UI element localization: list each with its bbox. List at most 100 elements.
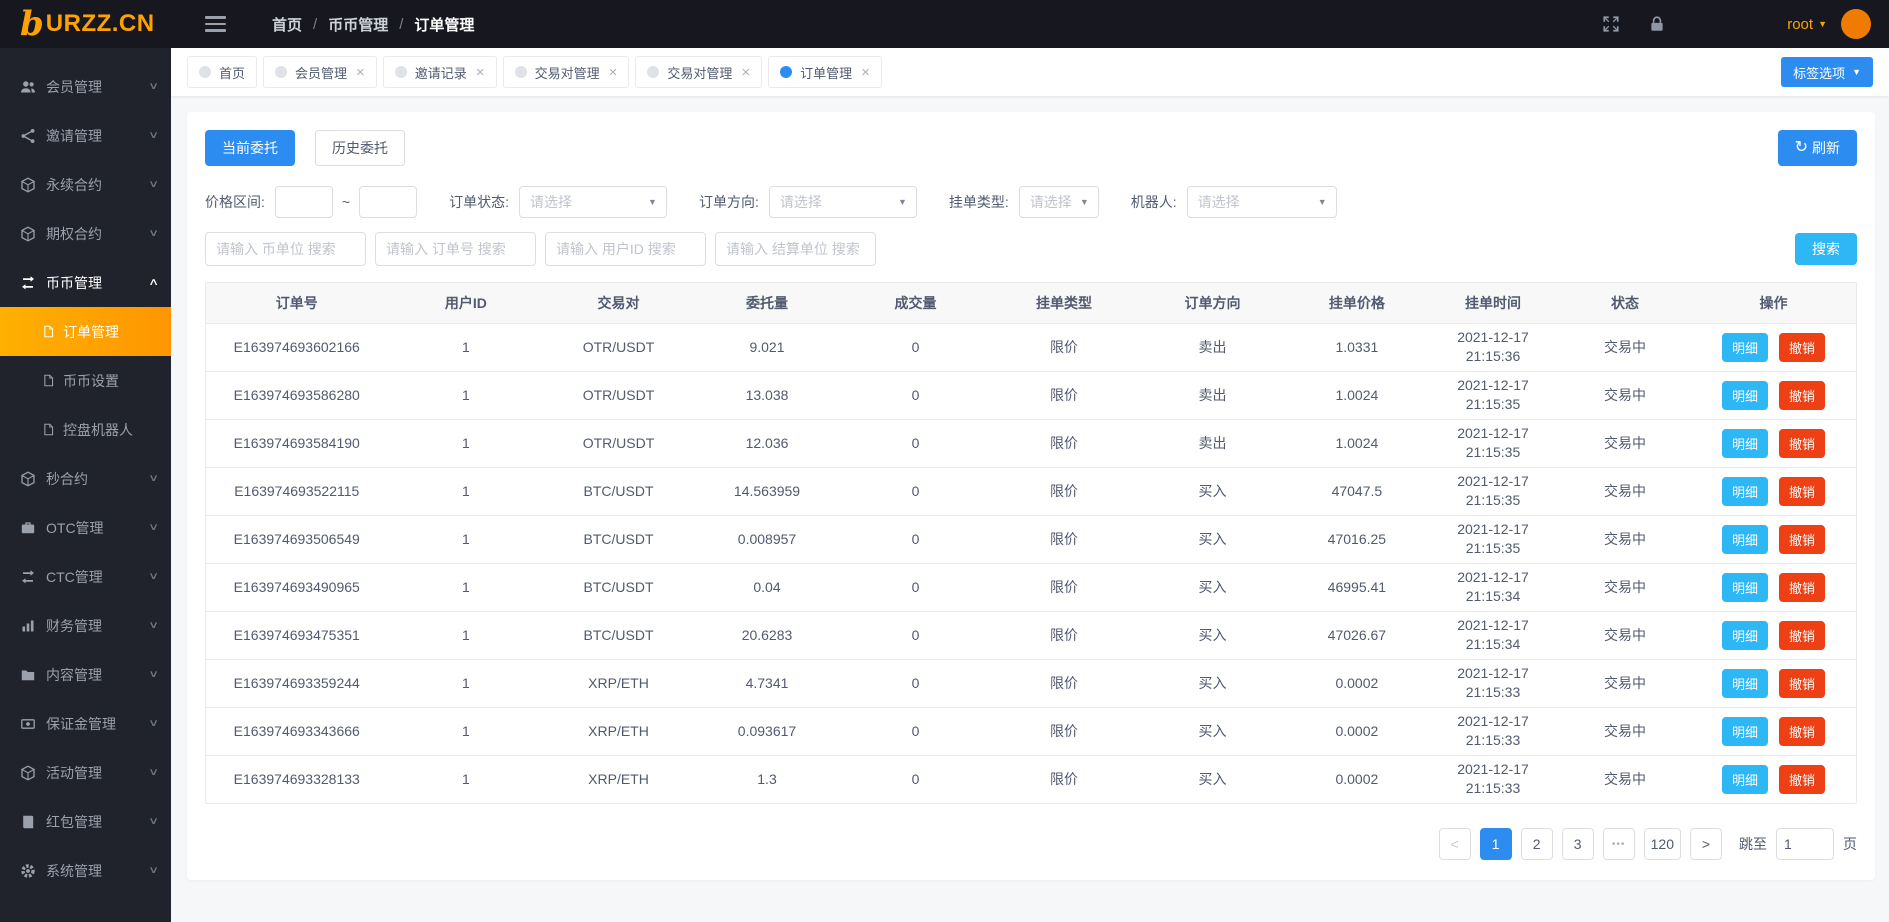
next-page-button[interactable]: > [1690, 828, 1722, 860]
tab-members[interactable]: 会员管理 × [263, 56, 377, 88]
close-icon[interactable]: × [609, 65, 618, 80]
order-side-select[interactable]: 请选择 ▼ [768, 186, 917, 218]
tab-options-button[interactable]: 标签选项 ▼ [1781, 57, 1873, 87]
breadcrumb-home[interactable]: 首页 [272, 14, 302, 35]
cancel-button[interactable]: 撤销 [1778, 428, 1825, 458]
detail-button[interactable]: 明细 [1722, 332, 1769, 362]
price-min-input[interactable] [274, 186, 333, 218]
sidebar-item-system[interactable]: 系统管理 ∨ [0, 846, 171, 895]
cancel-button[interactable]: 撤销 [1778, 476, 1825, 506]
robot-select[interactable]: 请选择 ▼ [1186, 186, 1337, 218]
sidebar-item-redpacket[interactable]: 红包管理 ∨ [0, 797, 171, 846]
cancel-button[interactable]: 撤销 [1778, 620, 1825, 650]
sidebar-item-finance[interactable]: 财务管理 ∨ [0, 601, 171, 650]
lock-icon[interactable] [1647, 14, 1667, 34]
detail-button[interactable]: 明细 [1722, 716, 1769, 746]
sidebar-item-members[interactable]: 会员管理 ∨ [0, 62, 171, 111]
detail-button[interactable]: 明细 [1722, 524, 1769, 554]
cancel-button[interactable]: 撤销 [1778, 716, 1825, 746]
cancel-button[interactable]: 撤销 [1778, 764, 1825, 794]
tab-home[interactable]: 首页 [187, 56, 258, 88]
sidebar-item-perpetual[interactable]: 永续合约 ∨ [0, 160, 171, 209]
user-dropdown[interactable]: root ▼ [1787, 16, 1827, 33]
order-status-select[interactable]: 请选择 ▼ [518, 186, 667, 218]
search-button[interactable]: 搜索 [1795, 233, 1857, 265]
cancel-button[interactable]: 撤销 [1778, 572, 1825, 602]
sidebar-item-otc[interactable]: OTC管理 ∨ [0, 503, 171, 552]
sidebar-item-spot[interactable]: 币币管理 ∧ [0, 258, 171, 307]
sidebar-subitem-market-robot[interactable]: 控盘机器人 [0, 405, 171, 454]
sidebar-subitem-coin-settings[interactable]: 币币设置 [0, 356, 171, 405]
page-ellipsis[interactable]: ••• [1602, 828, 1635, 860]
chevron-down-icon: ∨ [147, 81, 159, 92]
history-orders-button[interactable]: 历史委托 [315, 130, 405, 166]
order-status-label: 订单状态: [449, 194, 509, 210]
cell-order-no: E163974693522115 [206, 467, 388, 516]
cancel-button[interactable]: 撤销 [1778, 380, 1825, 410]
order-no-search-input[interactable] [375, 232, 536, 266]
prev-page-button[interactable]: < [1438, 828, 1471, 860]
close-icon[interactable]: × [741, 65, 750, 80]
app-window: b URZZ.CN 首页 / 币币管理 / 订单管理 root ▼ 会员管理 ∨… [0, 0, 1889, 922]
page-button-3[interactable]: 3 [1561, 828, 1594, 860]
cell-side: 买入 [1138, 563, 1287, 612]
detail-button[interactable]: 明细 [1722, 668, 1769, 698]
page-button-120[interactable]: 120 [1643, 828, 1681, 860]
cube-icon [20, 226, 36, 242]
table-row: E163974693522115 1 BTC/USDT 14.563959 0 … [206, 467, 1856, 516]
tab-dot-icon [199, 66, 211, 78]
price-max-input[interactable] [359, 186, 418, 218]
page-button-1[interactable]: 1 [1479, 828, 1512, 860]
close-icon[interactable]: × [476, 65, 485, 80]
username: root [1787, 15, 1814, 33]
tab-trading-pairs-1[interactable]: 交易对管理 × [502, 56, 630, 88]
page-button-2[interactable]: 2 [1520, 828, 1553, 860]
table-row: E163974693490965 1 BTC/USDT 0.04 0 限价 买入… [206, 563, 1856, 612]
detail-button[interactable]: 明细 [1722, 476, 1769, 506]
coin-unit-search-input[interactable] [205, 232, 366, 266]
col-amount: 委托量 [692, 283, 842, 324]
cell-side: 买入 [1138, 707, 1287, 756]
detail-button[interactable]: 明细 [1722, 572, 1769, 602]
cancel-button[interactable]: 撤销 [1778, 524, 1825, 554]
cell-status: 交易中 [1559, 419, 1691, 468]
cell-actions: 明细 撤销 [1691, 323, 1856, 372]
cell-order-no: E163974693475351 [206, 611, 388, 660]
cell-amount: 0.093617 [692, 707, 842, 756]
user-id-search-input[interactable] [545, 232, 706, 266]
sidebar-item-activity[interactable]: 活动管理 ∨ [0, 748, 171, 797]
cell-user-id: 1 [387, 659, 545, 708]
main-area: 首页 会员管理 × 邀请记录 × 交易对管理 × 交易对管理 × 订单管理 × … [171, 48, 1889, 922]
avatar[interactable] [1841, 9, 1871, 39]
cancel-button[interactable]: 撤销 [1778, 332, 1825, 362]
sidebar-item-content[interactable]: 内容管理 ∨ [0, 650, 171, 699]
close-icon[interactable]: × [356, 65, 365, 80]
refresh-button[interactable]: ↻ 刷新 [1777, 130, 1857, 166]
sidebar-item-invites[interactable]: 邀请管理 ∨ [0, 111, 171, 160]
detail-button[interactable]: 明细 [1722, 380, 1769, 410]
fullscreen-icon[interactable] [1601, 14, 1621, 34]
close-icon[interactable]: × [861, 65, 870, 80]
detail-button[interactable]: 明细 [1722, 428, 1769, 458]
breadcrumb-coin-management[interactable]: 币币管理 [328, 14, 388, 35]
sidebar-item-options[interactable]: 期权合约 ∨ [0, 209, 171, 258]
col-status: 状态 [1559, 283, 1691, 324]
detail-button[interactable]: 明细 [1722, 764, 1769, 794]
sidebar-item-ctc[interactable]: CTC管理 ∨ [0, 552, 171, 601]
tab-invite-records[interactable]: 邀请记录 × [382, 56, 497, 88]
cell-order-no: E163974693602166 [206, 323, 388, 372]
tab-trading-pairs-2[interactable]: 交易对管理 × [635, 56, 763, 88]
sidebar-item-margin[interactable]: 保证金管理 ∨ [0, 699, 171, 748]
cancel-button[interactable]: 撤销 [1778, 668, 1825, 698]
jump-page-input[interactable] [1776, 828, 1834, 860]
menu-toggle-icon[interactable] [201, 8, 230, 40]
cell-filled: 0 [841, 323, 990, 372]
current-orders-button[interactable]: 当前委托 [205, 130, 295, 166]
settle-unit-search-input[interactable] [715, 232, 876, 266]
detail-button[interactable]: 明细 [1722, 620, 1769, 650]
cell-time: 2021-12-17 21:15:34 [1427, 611, 1559, 660]
sidebar-item-seconds-contract[interactable]: 秒合约 ∨ [0, 454, 171, 503]
pending-type-select[interactable]: 请选择 ▼ [1018, 186, 1099, 218]
tab-order-management[interactable]: 订单管理 × [768, 56, 882, 88]
sidebar-subitem-order-management[interactable]: 订单管理 [0, 307, 171, 356]
